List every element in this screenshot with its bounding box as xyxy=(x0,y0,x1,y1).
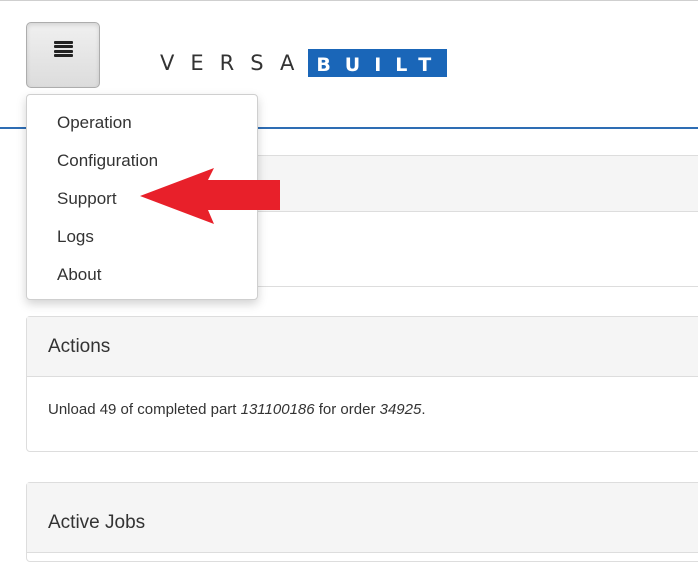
order-number: 34925 xyxy=(379,401,422,418)
part-number: 131100186 xyxy=(240,401,315,418)
active-jobs-panel-title: Active Jobs xyxy=(27,483,698,553)
hamburger-icon xyxy=(53,40,73,58)
actions-panel: Actions Unload 49 of completed part 1311… xyxy=(26,316,698,452)
actions-panel-title: Actions xyxy=(27,317,698,377)
menu-item-operation[interactable]: Operation xyxy=(27,104,257,142)
actions-panel-body: Unload 49 of completed part 131100186 fo… xyxy=(27,377,698,451)
versabuilt-logo: VERSA BUILT xyxy=(160,48,448,78)
menu-toggle-button[interactable] xyxy=(26,22,100,88)
top-border xyxy=(0,0,698,1)
action-text-suffix: . xyxy=(421,401,426,418)
action-text-prefix: Unload 49 of completed part xyxy=(48,401,241,418)
active-jobs-panel: Active Jobs xyxy=(26,482,698,562)
logo-text-versa: VERSA xyxy=(160,51,311,75)
red-arrow-icon xyxy=(140,168,280,224)
logo-text-built: BUILT xyxy=(308,49,448,77)
menu-item-about[interactable]: About xyxy=(27,256,257,294)
action-text-middle: for order xyxy=(314,401,380,418)
